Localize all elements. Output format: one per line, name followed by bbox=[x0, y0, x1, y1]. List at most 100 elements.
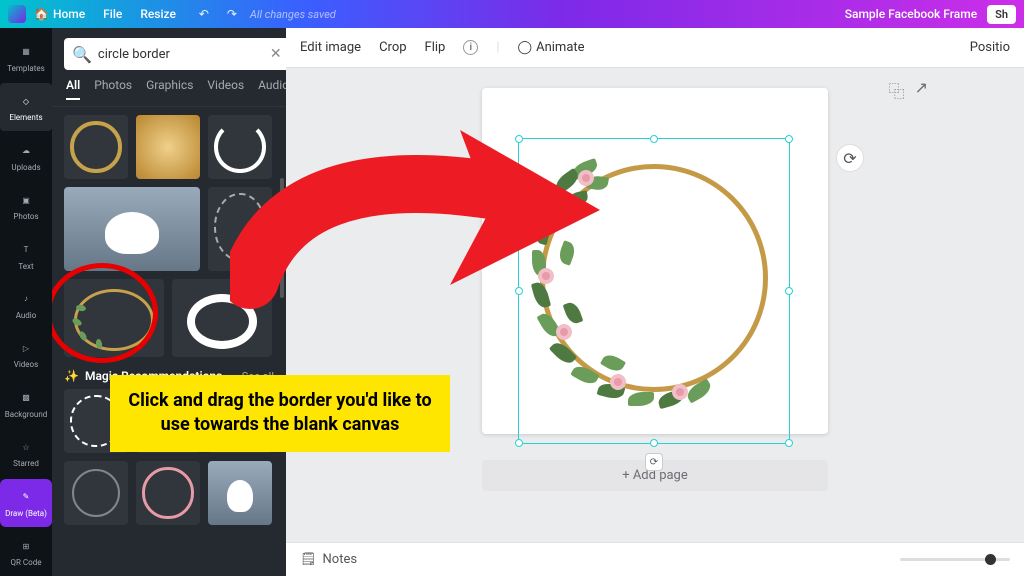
resize-handle[interactable] bbox=[785, 135, 793, 143]
refresh-icon: ⟳ bbox=[843, 149, 856, 168]
canvas-page[interactable]: ⟳ ⟳ bbox=[482, 88, 828, 434]
tab-videos[interactable]: Videos bbox=[207, 78, 244, 100]
element-thumb[interactable] bbox=[208, 187, 272, 271]
rail-label: Videos bbox=[14, 360, 38, 369]
rail-label: Audio bbox=[16, 311, 37, 320]
resize-handle[interactable] bbox=[515, 135, 523, 143]
info-icon: i bbox=[463, 40, 478, 55]
element-thumb[interactable] bbox=[136, 461, 200, 525]
resize-menu[interactable]: Resize bbox=[140, 7, 176, 21]
resize-handle[interactable] bbox=[785, 287, 793, 295]
tab-all[interactable]: All bbox=[66, 78, 80, 100]
rail-label: Starred bbox=[13, 459, 39, 468]
rail-label: Templates bbox=[7, 64, 44, 73]
flip-button[interactable]: Flip bbox=[425, 40, 446, 55]
stage[interactable]: ⿻ ↗ ⟳ ⟳ bbox=[286, 68, 1024, 542]
notes-label: Notes bbox=[323, 552, 358, 567]
notes-icon: 🗒 bbox=[300, 552, 317, 567]
rail-audio[interactable]: ♪ Audio bbox=[0, 281, 52, 328]
zoom-knob[interactable] bbox=[985, 554, 996, 565]
photos-icon: ▣ bbox=[17, 191, 35, 209]
rail-draw[interactable]: ✎ Draw (Beta) bbox=[0, 479, 52, 526]
rotate-handle[interactable]: ⟳ bbox=[645, 453, 663, 471]
rail-photos[interactable]: ▣Photos bbox=[0, 182, 52, 229]
position-button[interactable]: Positio bbox=[970, 40, 1010, 55]
resize-handle[interactable] bbox=[515, 439, 523, 447]
rail-qrcode[interactable]: ⊞ QR Code bbox=[0, 529, 52, 576]
element-thumb[interactable] bbox=[208, 461, 272, 525]
element-thumb[interactable] bbox=[64, 187, 200, 271]
element-thumb[interactable] bbox=[136, 115, 200, 179]
element-thumb-floral[interactable] bbox=[64, 279, 164, 357]
rail-background[interactable]: ▩ Background bbox=[0, 380, 52, 427]
elements-panel: 🔍 ✕ All Photos Graphics Videos Audio bbox=[52, 28, 286, 576]
text-icon: T bbox=[17, 241, 35, 259]
notes-button[interactable]: 🗒 Notes bbox=[300, 552, 357, 567]
tab-audio[interactable]: Audio bbox=[258, 78, 289, 100]
search-input[interactable] bbox=[98, 47, 264, 62]
annotation-callout: Click and drag the border you'd like to … bbox=[110, 375, 450, 452]
rail-label: Background bbox=[5, 410, 48, 419]
resize-handle[interactable] bbox=[650, 439, 658, 447]
background-icon: ▩ bbox=[17, 389, 35, 407]
qrcode-icon: ⊞ bbox=[17, 537, 35, 555]
document-title[interactable]: Sample Facebook Frame bbox=[845, 7, 977, 21]
audio-icon: ♪ bbox=[17, 290, 35, 308]
side-rail: ▦ Templates ◇Elements ☁ Uploads ▣Photos TT… bbox=[0, 28, 52, 576]
element-thumb[interactable] bbox=[208, 115, 272, 179]
animate-button[interactable]: ◯Animate bbox=[518, 40, 585, 55]
home-label: Home bbox=[53, 7, 85, 21]
animate-label: Animate bbox=[536, 40, 584, 55]
save-status: All changes saved bbox=[250, 8, 336, 21]
rail-videos[interactable]: ▷Videos bbox=[0, 331, 52, 378]
filter-tabs: All Photos Graphics Videos Audio bbox=[52, 78, 286, 107]
element-thumb[interactable] bbox=[64, 461, 128, 525]
sparkle-icon: ✨ bbox=[64, 369, 79, 383]
bottom-bar: 🗒 Notes bbox=[286, 542, 1024, 576]
rail-label: Uploads bbox=[11, 163, 40, 172]
rail-text[interactable]: T Text bbox=[0, 232, 52, 279]
crop-button[interactable]: Crop bbox=[379, 40, 406, 55]
rail-label: Text bbox=[18, 262, 33, 271]
results-grid: ✨Magic Recommendations See all bbox=[52, 107, 286, 576]
resize-handle[interactable] bbox=[515, 287, 523, 295]
resize-handle[interactable] bbox=[785, 439, 793, 447]
rail-starred[interactable]: ☆ Starred bbox=[0, 430, 52, 477]
tab-graphics[interactable]: Graphics bbox=[146, 78, 193, 100]
draw-icon: ✎ bbox=[17, 488, 35, 506]
rail-templates[interactable]: ▦ Templates bbox=[0, 34, 52, 81]
file-menu[interactable]: File bbox=[103, 7, 122, 21]
reset-button[interactable]: ⟳ bbox=[836, 144, 864, 172]
zoom-slider[interactable] bbox=[900, 558, 1010, 561]
home-menu[interactable]: 🏠 Home bbox=[34, 7, 85, 21]
element-thumb[interactable] bbox=[64, 115, 128, 179]
floral-wreath-element[interactable] bbox=[532, 156, 776, 400]
uploads-icon: ☁ bbox=[17, 142, 35, 160]
rail-label: Draw (Beta) bbox=[5, 509, 47, 518]
redo-button[interactable]: ↷ bbox=[222, 7, 242, 21]
clear-search-button[interactable]: ✕ bbox=[270, 46, 282, 62]
animate-icon: ◯ bbox=[518, 40, 533, 55]
resize-handle[interactable] bbox=[650, 135, 658, 143]
home-icon: 🏠 bbox=[34, 7, 49, 21]
rail-uploads[interactable]: ☁ Uploads bbox=[0, 133, 52, 180]
duplicate-page-button[interactable]: ⿻ bbox=[889, 78, 905, 102]
undo-button[interactable]: ↶ bbox=[194, 7, 214, 21]
export-page-button[interactable]: ↗ bbox=[915, 78, 928, 102]
app-logo[interactable] bbox=[8, 5, 26, 23]
share-button[interactable]: Sh bbox=[987, 5, 1016, 24]
main-layout: ▦Templates ◇Elements ☁Uploads ▣Photos TT… bbox=[0, 28, 1024, 576]
panel-scrollbar[interactable] bbox=[280, 178, 284, 298]
rail-elements[interactable]: ◇Elements bbox=[0, 83, 52, 130]
element-thumb[interactable] bbox=[172, 279, 272, 357]
templates-icon: ▦ bbox=[17, 43, 35, 61]
search-icon: 🔍 bbox=[72, 45, 92, 64]
rail-label: Elements bbox=[9, 113, 42, 122]
starred-icon: ☆ bbox=[17, 438, 35, 456]
page-tools: ⿻ ↗ bbox=[889, 78, 928, 102]
rail-label: QR Code bbox=[11, 558, 42, 567]
edit-image-button[interactable]: Edit image bbox=[300, 40, 361, 55]
search-field[interactable]: 🔍 ✕ bbox=[64, 38, 290, 70]
info-button[interactable]: i bbox=[463, 40, 478, 55]
tab-photos[interactable]: Photos bbox=[94, 78, 132, 100]
